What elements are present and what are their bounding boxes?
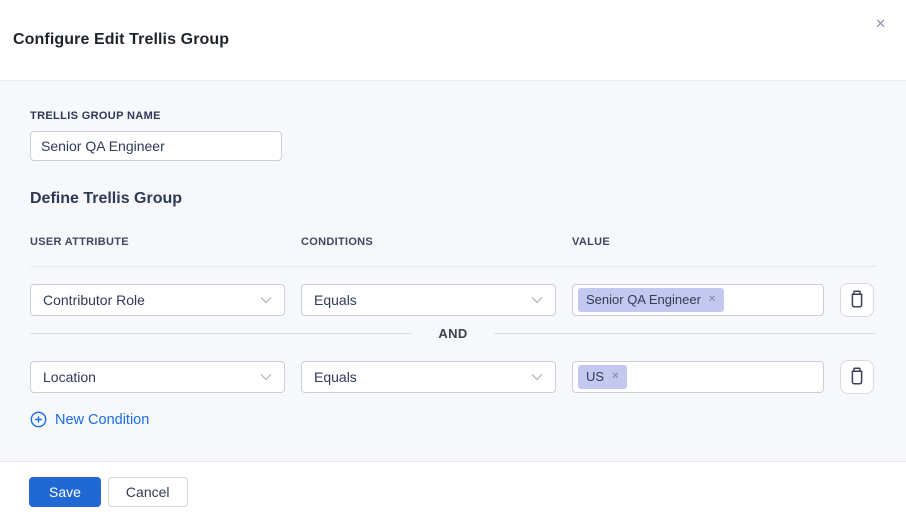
trash-icon <box>849 290 865 311</box>
value-tag: US ✕ <box>578 365 627 389</box>
joiner-label: AND <box>438 326 467 341</box>
column-header-conditions: CONDITIONS <box>301 236 556 248</box>
plus-circle-icon <box>30 411 47 428</box>
value-tag: Senior QA Engineer ✕ <box>578 288 724 312</box>
chevron-down-icon <box>260 296 272 304</box>
condition-row-1: Contributor Role Equals Senior QA Engine… <box>30 283 876 317</box>
condition-select-2-value: Equals <box>314 369 357 385</box>
modal-body: TRELLIS GROUP NAME Define Trellis Group … <box>0 81 906 461</box>
user-attribute-select-1[interactable]: Contributor Role <box>30 284 285 316</box>
column-header-user-attribute: USER ATTRIBUTE <box>30 236 285 248</box>
column-header-value: VALUE <box>572 236 824 248</box>
value-input-1[interactable]: Senior QA Engineer ✕ <box>572 284 824 316</box>
cancel-button[interactable]: Cancel <box>108 477 188 507</box>
modal-header: Configure Edit Trellis Group ✕ <box>0 0 906 81</box>
chevron-down-icon <box>260 373 272 381</box>
condition-row-2: Location Equals US ✕ <box>30 360 876 394</box>
delete-condition-button-2[interactable] <box>840 360 874 394</box>
new-condition-label: New Condition <box>55 412 149 428</box>
save-button[interactable]: Save <box>29 477 101 507</box>
trellis-group-name-input[interactable] <box>30 131 282 161</box>
tag-remove-icon[interactable]: ✕ <box>611 372 619 382</box>
new-condition-button[interactable]: New Condition <box>30 411 149 428</box>
header-divider <box>30 266 876 267</box>
value-tag-label: US <box>586 369 604 384</box>
chevron-down-icon <box>531 373 543 381</box>
delete-condition-button-1[interactable] <box>840 283 874 317</box>
and-joiner: AND <box>30 326 876 341</box>
user-attribute-select-2-value: Location <box>43 369 96 385</box>
tag-remove-icon[interactable]: ✕ <box>708 295 716 305</box>
modal-footer: Save Cancel <box>0 461 906 521</box>
chevron-down-icon <box>531 296 543 304</box>
value-tag-label: Senior QA Engineer <box>586 292 701 307</box>
user-attribute-select-2[interactable]: Location <box>30 361 285 393</box>
joiner-line-right <box>494 333 876 334</box>
value-input-2[interactable]: US ✕ <box>572 361 824 393</box>
configure-trellis-group-modal: Configure Edit Trellis Group ✕ TRELLIS G… <box>0 0 906 521</box>
condition-select-2[interactable]: Equals <box>301 361 556 393</box>
column-headers: USER ATTRIBUTE CONDITIONS VALUE <box>30 236 876 248</box>
modal-title: Configure Edit Trellis Group <box>13 31 229 49</box>
condition-select-1-value: Equals <box>314 292 357 308</box>
trellis-group-name-label: TRELLIS GROUP NAME <box>30 110 876 122</box>
define-trellis-group-heading: Define Trellis Group <box>30 190 876 208</box>
trash-icon <box>849 367 865 388</box>
joiner-line-left <box>30 333 412 334</box>
close-icon[interactable]: ✕ <box>873 15 888 32</box>
user-attribute-select-1-value: Contributor Role <box>43 292 145 308</box>
condition-select-1[interactable]: Equals <box>301 284 556 316</box>
